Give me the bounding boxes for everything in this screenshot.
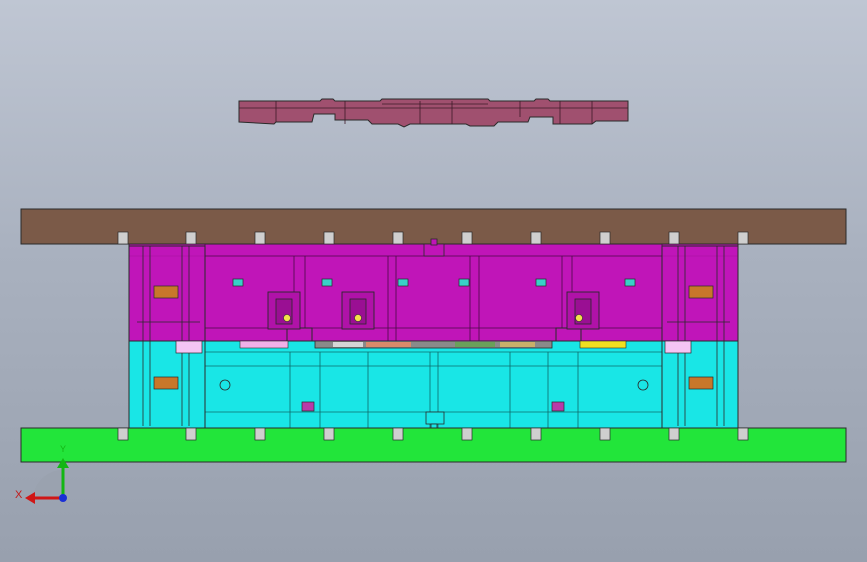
die-block[interactable] [128,340,739,433]
stripper-plate[interactable] [238,98,629,128]
coordinate-triad [25,458,69,504]
x-axis-label: X [15,489,23,501]
y-axis-label: Y [60,444,67,454]
lower-die-shoe[interactable] [20,427,847,463]
cad-model-view[interactable] [0,0,867,562]
graphics-viewport[interactable]: X Y [0,0,867,562]
z-axis-dot [59,494,67,502]
